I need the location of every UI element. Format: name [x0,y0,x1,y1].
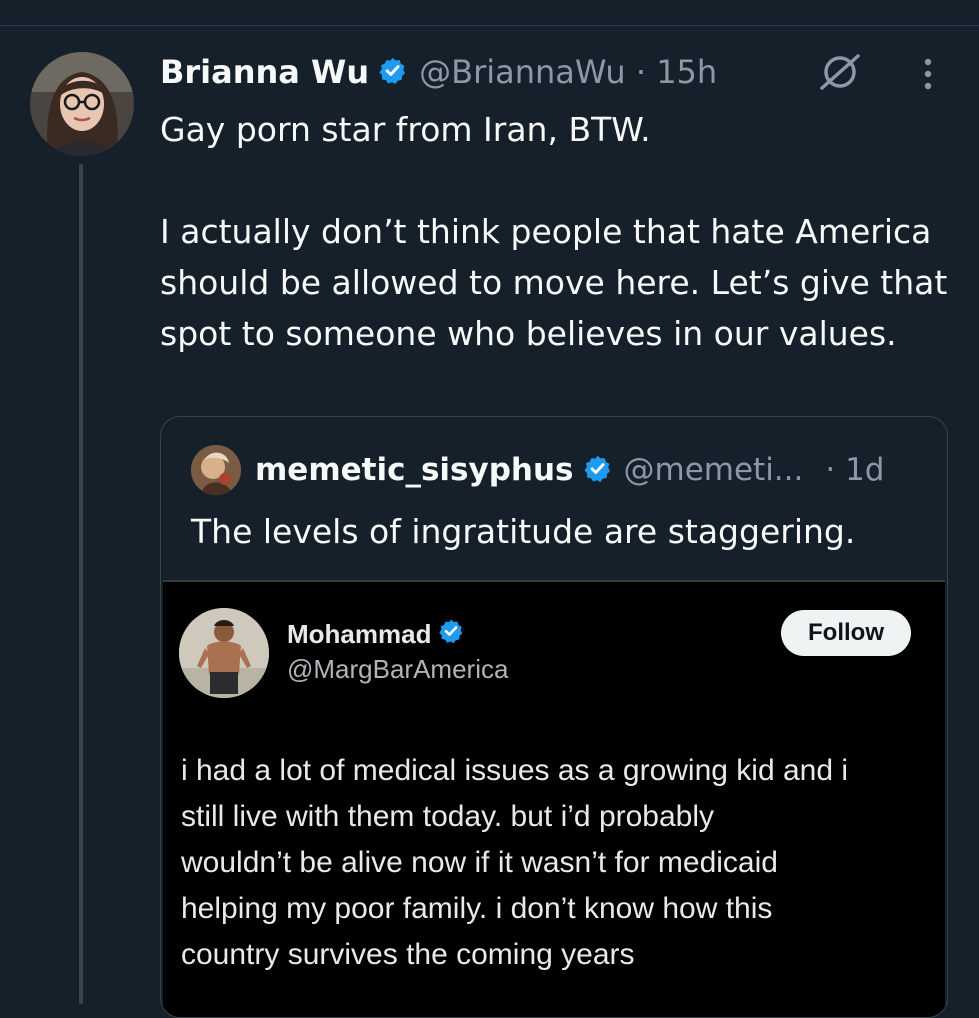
quoted-author-avatar[interactable] [191,445,241,495]
embedded-screenshot-image[interactable]: Mohammad @MargBarAmerica Follow i had a … [163,580,945,1017]
screenshot-handle: @MargBarAmerica [287,654,509,684]
more-options-icon[interactable] [918,56,938,96]
screenshot-follow-button: Follow [781,610,911,656]
verified-badge-icon [378,56,407,89]
author-avatar-image [30,52,134,156]
verified-badge-icon [438,618,464,651]
screenshot-name-text: Mohammad [287,619,432,649]
quoted-tweet-text: The levels of ingratitude are staggering… [191,512,856,551]
author-handle-time[interactable]: @BriannaWu · 15h [419,53,717,91]
tweet-header: Brianna Wu @BriannaWu · 15h [160,50,717,94]
top-divider [0,25,979,26]
screenshot-name: Mohammad [287,618,464,651]
author-avatar[interactable] [30,52,134,156]
quoted-author-handle[interactable]: @memeti... [624,452,804,488]
verified-badge-icon [583,454,612,487]
grok-icon[interactable] [818,52,862,96]
tweet-text: Gay porn star from Iran, BTW. I actually… [160,110,948,353]
quoted-tweet-card[interactable]: memetic_sisyphus @memeti... · 1d The lev… [160,416,948,1018]
author-name[interactable]: Brianna Wu [160,53,369,91]
screenshot-text: i had a lot of medical issues as a growi… [181,754,849,971]
quoted-author-name[interactable]: memetic_sisyphus [255,452,574,488]
quoted-tweet-time[interactable]: · 1d [825,452,884,488]
thread-line [79,164,83,1004]
screenshot-avatar [179,608,269,698]
quoted-tweet-header: memetic_sisyphus @memeti... · 1d [191,445,884,495]
